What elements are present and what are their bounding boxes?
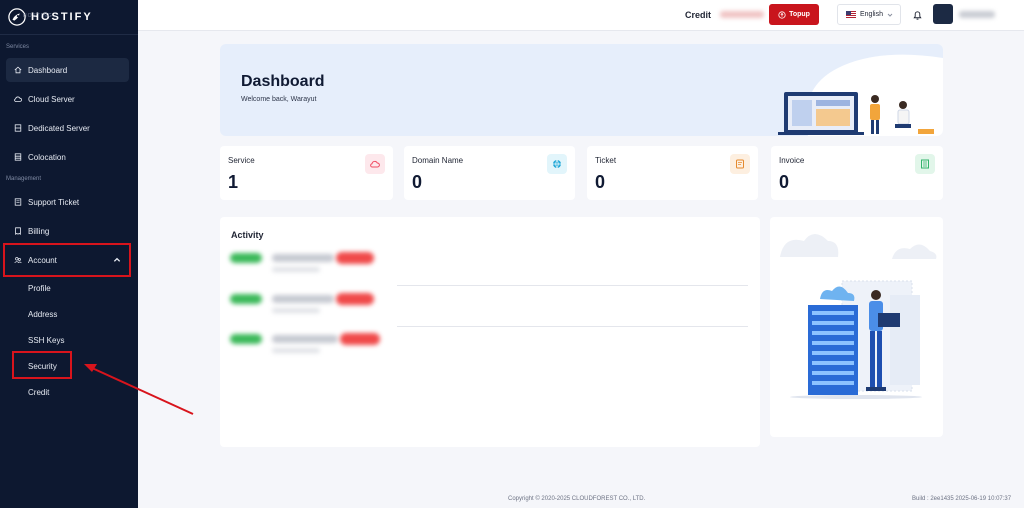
activity-text-redacted [272,335,338,343]
activity-date-redacted [272,267,320,272]
user-name-redacted[interactable] [959,11,995,18]
activity-divider [397,326,748,327]
status-badge-redacted [230,334,262,344]
top-bar: Credit Topup English [138,0,1024,31]
home-icon [14,66,22,74]
us-flag-icon [846,11,856,18]
sidebar-item-label: Dashboard [28,65,68,75]
sidebar-item-cloud-server[interactable]: Cloud Server [6,87,129,111]
stat-card-invoice[interactable]: Invoice 0 [771,146,943,200]
status-badge-redacted [230,294,262,304]
activity-item[interactable] [230,332,390,356]
sidebar-item-billing[interactable]: Billing [6,219,129,243]
brand-tagline: HOSTING [23,13,53,19]
stat-label: Domain Name [412,156,464,165]
sidebar-item-label: Support Ticket [28,197,80,207]
language-select[interactable]: English [837,4,901,25]
sidebar-item-account[interactable]: Account [6,248,129,272]
sidebar-subitem-credit[interactable]: Credit [28,388,49,397]
footer-build-info: Build : 2ee1435 2025-06-19 10:07:37 [912,496,1012,502]
billing-icon [15,227,21,235]
stat-value: 0 [595,172,606,192]
sidebar-subitem-address[interactable]: Address [28,310,57,319]
credit-label: Credit [685,10,712,20]
server-icon [14,124,22,132]
sidebar-divider [0,34,138,35]
status-badge-redacted [336,252,374,264]
ticket-icon [14,198,22,206]
topup-button[interactable]: Topup [769,4,819,25]
stat-label: Invoice [779,156,805,165]
sidebar-item-colocation[interactable]: Colocation [6,145,129,169]
invoice-icon [921,159,929,169]
sidebar-item-label: Cloud Server [28,94,75,104]
globe-icon [553,159,561,169]
stat-label: Ticket [595,156,617,165]
sidebar-item-label: Dedicated Server [28,123,90,133]
section-label-services: Services [6,44,30,50]
activity-item[interactable] [230,292,390,316]
section-label-management: Management [6,176,42,182]
topup-icon [778,10,786,19]
stat-card-domain-name[interactable]: Domain Name 0 [404,146,575,200]
server-illustration [780,234,937,399]
sidebar-item-dedicated-server[interactable]: Dedicated Server [6,116,129,140]
rack-icon [14,153,22,161]
stat-card-service[interactable]: Service 1 [220,146,393,200]
avatar[interactable] [933,4,953,24]
status-badge-redacted [336,293,374,305]
stat-icon-badge [547,154,567,174]
stat-label: Service [228,156,255,165]
stat-value: 0 [412,172,423,192]
sidebar-subitem-profile[interactable]: Profile [28,284,51,293]
sidebar-subitem-ssh-keys[interactable]: SSH Keys [28,336,64,345]
account-icon [14,257,22,264]
credit-balance-redacted [720,11,764,18]
status-badge-redacted [340,333,380,345]
sidebar-item-label: Account [28,255,57,265]
chevron-up-icon [113,257,121,262]
stat-icon-badge [365,154,385,174]
topup-label: Topup [789,11,810,18]
activity-date-redacted [272,348,320,353]
footer-copyright: Copyright © 2020-2025 CLOUDFOREST CO., L… [508,496,646,502]
bell-icon[interactable] [912,9,923,21]
page-title: Dashboard [241,73,325,90]
stat-value: 0 [779,172,790,192]
sidebar: HOSTIFY HOSTING Services Dashboard Cloud… [0,0,138,508]
stat-value: 1 [228,172,239,192]
status-badge-redacted [230,253,262,263]
cloud-icon [370,160,380,168]
stat-icon-badge [730,154,750,174]
sidebar-item-dashboard[interactable]: Dashboard [6,58,129,82]
sidebar-item-label: Billing [28,226,50,236]
stat-icon-badge [915,154,935,174]
activity-divider [397,285,748,286]
sidebar-subitem-security[interactable]: Security [28,362,57,371]
activity-panel: Activity [220,217,760,447]
activity-item[interactable] [230,251,390,275]
cloud-icon [14,96,22,102]
activity-title: Activity [231,230,264,240]
welcome-text: Welcome back, Warayut [241,96,317,103]
server-illustration-panel [770,217,943,437]
language-value: English [860,11,883,18]
dashboard-illustration [778,54,943,136]
stat-card-ticket[interactable]: Ticket 0 [587,146,758,200]
sidebar-item-label: Colocation [28,152,66,162]
dashboard-hero: Dashboard Welcome back, Warayut [220,44,943,136]
activity-date-redacted [272,308,320,313]
activity-text-redacted [272,295,334,303]
sidebar-item-support-ticket[interactable]: Support Ticket [6,190,129,214]
ticket-icon [736,159,744,169]
activity-text-redacted [272,254,334,262]
chevron-down-icon [887,13,893,17]
